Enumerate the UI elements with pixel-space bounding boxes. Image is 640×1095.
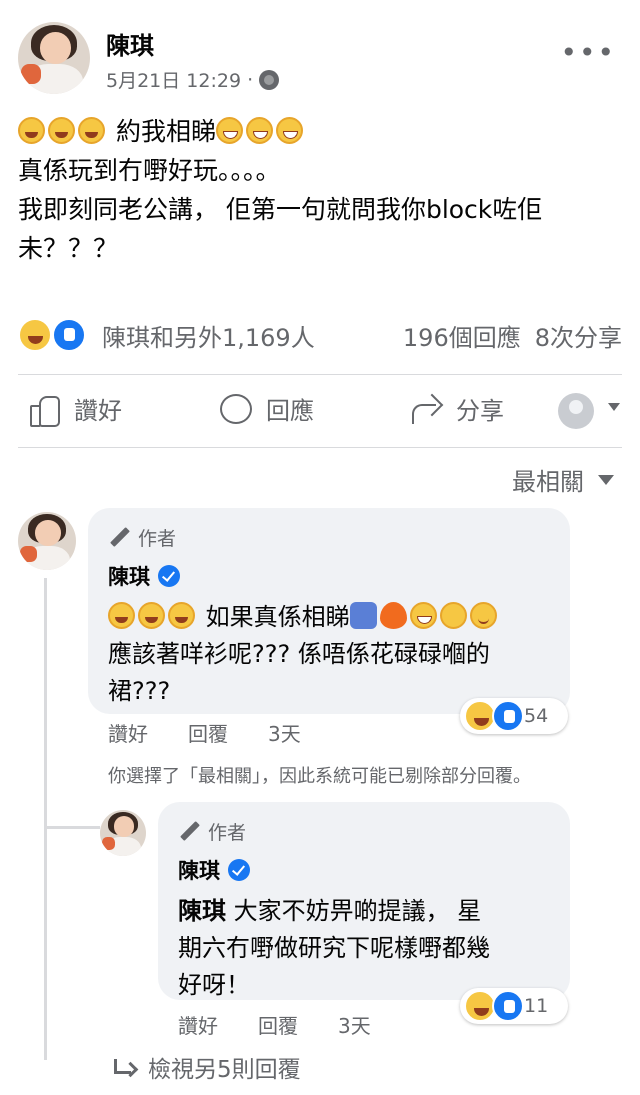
fire-emoji-icon — [379, 602, 407, 629]
post-body-line-2: 真係玩到冇嘢好玩。。。。 — [18, 156, 281, 185]
comment-sort-dropdown[interactable]: 最相關 — [512, 462, 614, 497]
reply-like-button[interactable]: 讚好 — [178, 1010, 218, 1039]
reply-reaction-count: 11 — [524, 995, 549, 1017]
meta-separator: · — [247, 68, 254, 91]
reaction-icons — [464, 700, 524, 732]
sort-label: 最相關 — [512, 468, 584, 496]
smiling-emoji-icon — [469, 602, 497, 629]
pen-icon — [108, 527, 130, 549]
chevron-down-icon[interactable] — [608, 403, 620, 411]
grinning-emoji-icon — [245, 117, 273, 144]
post-body: 約我相睇 真係玩到冇嘢好玩。。。。 我即刻同老公講， 佢第一句就問我你block… — [18, 112, 622, 268]
thread-connector — [44, 578, 47, 1060]
comment-button[interactable]: 回應 — [220, 391, 314, 426]
like-label: 讚好 — [74, 397, 122, 425]
grinning-emoji-icon — [215, 117, 243, 144]
reply-arrow-icon — [112, 1059, 134, 1075]
reply-line-1: 陳琪 大家不妨畀啲提議， 星 — [178, 893, 550, 930]
commenter-name-row: 陳琪 — [108, 561, 550, 591]
post-header: 陳琪 5月21日 12:29 · ••• — [18, 22, 622, 102]
mention-link[interactable]: 陳琪 — [178, 897, 226, 925]
reaction-icons — [464, 990, 524, 1022]
post-body-line-4: 未？？？ — [18, 234, 119, 263]
view-more-replies-link[interactable]: 檢視另5則回覆 — [112, 1050, 301, 1084]
reply-line-1-text: 大家不妨畀啲提議， 星 — [226, 897, 482, 925]
haha-reaction-icon — [18, 318, 52, 352]
share-label: 分享 — [456, 397, 504, 425]
laughing-emoji-icon — [48, 117, 75, 144]
reply-avatar[interactable] — [100, 810, 146, 856]
grinning-emoji-icon — [275, 117, 303, 144]
view-more-label: 檢視另5則回覆 — [148, 1057, 301, 1083]
reply-time[interactable]: 3天 — [338, 1010, 371, 1039]
laughing-emoji-icon — [18, 117, 45, 144]
comment-line-1-text: 如果真係相睇 — [205, 603, 350, 631]
like-reaction-icon — [492, 990, 524, 1022]
post-text: 約我相睇 — [115, 117, 216, 146]
more-options-button[interactable]: ••• — [560, 39, 616, 67]
shares-count[interactable]: 8次分享 — [535, 318, 622, 353]
comment-time[interactable]: 3天 — [268, 718, 301, 747]
laughing-emoji-icon — [138, 602, 165, 629]
comment-like-button[interactable]: 讚好 — [108, 718, 148, 747]
commenter-name[interactable]: 陳琪 — [108, 561, 150, 591]
commenter-name[interactable]: 陳琪 — [178, 855, 220, 885]
share-button[interactable]: 分享 — [410, 391, 504, 426]
reaction-summary[interactable]: 陳琪和另外1,169人 196個回應 8次分享 — [18, 316, 622, 356]
reply-actions: 讚好 回覆 3天 — [178, 1010, 371, 1039]
verified-badge-icon — [158, 565, 180, 587]
comments-count[interactable]: 196個回應 — [403, 318, 521, 353]
like-reaction-icon — [52, 318, 86, 352]
comment-line-1: 如果真係相睇 — [108, 599, 550, 636]
reply-reactions[interactable]: 11 — [460, 988, 568, 1024]
laughing-emoji-icon — [108, 602, 135, 629]
verified-badge-icon — [228, 859, 250, 881]
comment-actions: 讚好 回覆 3天 — [108, 718, 301, 747]
post-meta: 5月21日 12:29 · — [106, 66, 280, 93]
reaction-count-text[interactable]: 陳琪和另外1,169人 — [102, 318, 315, 353]
post-body-line-3: 我即刻同老公講， 佢第一句就問我你block咗佢 — [18, 195, 543, 224]
viewer-avatar[interactable] — [558, 393, 594, 429]
thinking-emoji-icon — [439, 602, 467, 629]
thumbs-up-icon — [28, 393, 60, 427]
comment-reply-button[interactable]: 回覆 — [188, 718, 228, 747]
author-avatar[interactable] — [18, 22, 90, 94]
reply-bubble: 作者 陳琪 陳琪 大家不妨畀啲提議， 星 期六冇嘢做研究下呢樣嘢都幾 好呀！ — [158, 802, 570, 1000]
author-badge: 作者 — [178, 818, 550, 845]
author-badge-label: 作者 — [208, 822, 247, 844]
laughing-emoji-icon — [78, 117, 105, 144]
comment-label: 回應 — [266, 397, 314, 425]
author-badge: 作者 — [108, 524, 550, 551]
globe-icon — [259, 69, 280, 90]
pen-icon — [178, 821, 200, 843]
thread-connector-branch — [44, 826, 100, 829]
comment-text: 如果真係相睇 應該著咩衫呢??? 係唔係花碌碌嗰的 裙??? — [108, 599, 550, 710]
comment-bubble-icon — [220, 393, 252, 424]
reply-line-2: 期六冇嘢做研究下呢樣嘢都幾 — [178, 934, 490, 962]
author-badge-label: 作者 — [138, 528, 177, 550]
grinning-emoji-icon — [409, 602, 437, 629]
share-arrow-icon — [410, 394, 442, 424]
performing-arts-emoji-icon — [349, 602, 377, 629]
post-timestamp[interactable]: 5月21日 12:29 — [106, 66, 241, 93]
comment-reactions[interactable]: 54 — [460, 698, 568, 734]
laughing-emoji-icon — [168, 602, 195, 629]
engagement-counts: 196個回應 8次分享 — [403, 318, 622, 353]
post-action-bar: 讚好 回應 分享 — [18, 374, 622, 448]
comment-bubble: 作者 陳琪 如果真係相睇 應該著咩衫呢??? 係唔係花碌碌嗰的 裙??? — [88, 508, 570, 714]
like-reaction-icon — [492, 700, 524, 732]
caret-down-icon — [598, 474, 614, 485]
reply-reply-button[interactable]: 回覆 — [258, 1010, 298, 1039]
comment-reaction-count: 54 — [524, 705, 549, 727]
author-name[interactable]: 陳琪 — [106, 26, 154, 61]
commenter-name-row: 陳琪 — [178, 855, 550, 885]
comment-line-2: 應該著咩衫呢??? 係唔係花碌碌嗰的 — [108, 640, 490, 668]
filter-notice: 你選擇了「最相關」，因此系統可能已剔除部分回覆。 — [108, 766, 531, 787]
post-body-line-1: 約我相睇 — [18, 112, 622, 151]
commenter-avatar[interactable] — [18, 512, 76, 570]
like-button[interactable]: 讚好 — [28, 391, 122, 427]
